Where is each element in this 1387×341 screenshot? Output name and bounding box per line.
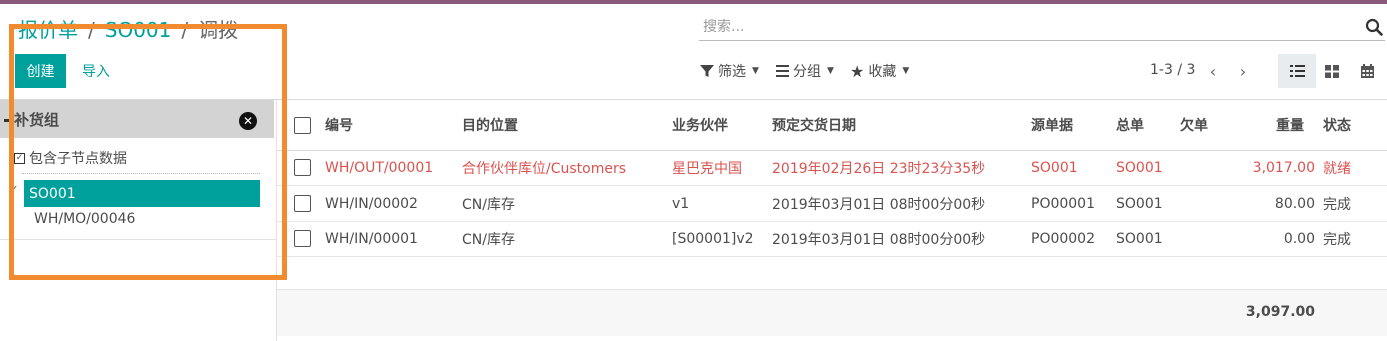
row-checkbox-cell[interactable] xyxy=(294,186,311,221)
cell-partner: 星巴克中国 xyxy=(672,160,742,177)
import-button[interactable]: 导入 xyxy=(72,54,120,88)
total-weight: 3,097.00 xyxy=(1245,304,1315,320)
column-header-ref[interactable]: 编号 xyxy=(325,100,353,150)
breadcrumb-separator: / xyxy=(181,18,189,42)
cell-ref: WH/IN/00002 xyxy=(325,195,418,212)
divider xyxy=(0,239,276,240)
search-bar xyxy=(699,12,1385,41)
cell-origin: PO00002 xyxy=(1031,230,1095,247)
row-checkbox[interactable] xyxy=(294,159,311,176)
filter-dropdown[interactable]: 筛选 ▼ xyxy=(700,60,759,82)
favorites-label: 收藏 xyxy=(868,64,897,80)
search-panel: 补货组 ✕ ✓ 包含子节点数据 ✓ SO001 WH/MO/00046 xyxy=(0,100,277,341)
column-header-destination[interactable]: 目的位置 xyxy=(462,100,518,150)
search-panel-header[interactable]: 补货组 ✕ xyxy=(0,100,274,138)
filter-icon xyxy=(700,65,714,77)
pager-previous-button[interactable]: ‹ xyxy=(1203,60,1223,82)
panel-item[interactable]: WH/MO/00046 xyxy=(34,211,135,227)
cell-group: SO001 xyxy=(1116,195,1163,212)
cell-weight: 0.00 xyxy=(1283,230,1315,247)
table-row[interactable]: WH/OUT/00001 合作伙伴库位/Customers 星巴克中国 2019… xyxy=(277,150,1387,186)
chevron-left-icon: ‹ xyxy=(1209,61,1217,81)
column-header-group[interactable]: 总单 xyxy=(1116,100,1144,150)
include-subnodes-toggle[interactable]: ✓ 包含子节点数据 xyxy=(14,148,127,168)
select-all-checkbox[interactable] xyxy=(294,116,311,134)
search-icon[interactable] xyxy=(1365,18,1383,36)
row-checkbox[interactable] xyxy=(294,195,311,212)
cell-ref: WH/OUT/00001 xyxy=(325,159,434,176)
breadcrumb-separator: / xyxy=(88,18,95,42)
bars-icon xyxy=(776,65,789,77)
cell-state: 完成 xyxy=(1323,231,1351,248)
create-button[interactable]: 创建 xyxy=(15,54,66,88)
star-icon: ★ xyxy=(850,61,865,81)
cell-destination: CN/库存 xyxy=(462,196,515,213)
kanban-icon xyxy=(1325,64,1339,78)
cell-weight: 80.00 xyxy=(1274,195,1315,212)
cell-group: SO001 xyxy=(1116,159,1163,176)
caret-down-icon: ▼ xyxy=(827,66,834,76)
cell-state: 完成 xyxy=(1323,196,1351,213)
favorites-dropdown[interactable]: ★ 收藏 ▼ xyxy=(850,60,909,82)
row-checkbox-cell[interactable] xyxy=(294,221,311,256)
cell-partner: [S00001]v2 xyxy=(672,230,754,247)
include-subnodes-label: 包含子节点数据 xyxy=(29,151,127,167)
search-input[interactable] xyxy=(701,16,1345,38)
group-by-label: 分组 xyxy=(793,64,821,80)
tree-toggle-icon[interactable]: ✓ xyxy=(10,184,18,195)
column-header-weight[interactable]: 重量 xyxy=(1237,100,1304,150)
collapse-icon[interactable] xyxy=(4,119,13,122)
list-view-button[interactable] xyxy=(1278,54,1316,88)
column-header-backorder[interactable]: 欠单 xyxy=(1180,100,1208,150)
group-by-dropdown[interactable]: 分组 ▼ xyxy=(776,60,834,82)
list-icon xyxy=(1289,65,1305,77)
checkbox-icon[interactable]: ✓ xyxy=(14,152,25,164)
panel-item-selected[interactable]: SO001 xyxy=(24,180,260,207)
cell-destination: CN/库存 xyxy=(462,231,515,248)
pager-value[interactable]: 1-3 / 3 xyxy=(1150,62,1195,78)
cell-origin: PO00001 xyxy=(1031,195,1095,212)
kanban-view-button[interactable] xyxy=(1313,54,1351,88)
cell-scheduled-date: 2019年02月26日 23时23分35秒 xyxy=(772,160,986,177)
breadcrumb-current: 调拨 xyxy=(198,18,239,42)
breadcrumb: 报价单 / SO001 / 调拨 xyxy=(18,14,280,46)
caret-down-icon: ▼ xyxy=(902,66,910,76)
calendar-icon xyxy=(1360,64,1374,78)
cell-weight: 3,017.00 xyxy=(1252,159,1315,176)
column-header-state[interactable]: 状态 xyxy=(1323,100,1351,150)
table-row[interactable]: WH/IN/00001 CN/库存 [S00001]v2 2019年03月01日… xyxy=(277,221,1387,257)
clear-filter-icon[interactable]: ✕ xyxy=(239,112,257,130)
table-header-row: 编号 目的位置 业务伙伴 预定交货日期 源单据 总单 欠单 重量 状态 xyxy=(277,100,1387,151)
filter-label: 筛选 xyxy=(718,64,746,80)
column-header-origin[interactable]: 源单据 xyxy=(1031,100,1073,150)
cell-group: SO001 xyxy=(1116,230,1163,247)
cell-destination: 合作伙伴库位/Customers xyxy=(462,160,627,177)
search-panel-title: 补货组 xyxy=(14,111,60,129)
divider xyxy=(22,173,260,174)
cell-origin: SO001 xyxy=(1031,159,1078,176)
column-header-scheduled-date[interactable]: 预定交货日期 xyxy=(772,100,856,150)
cell-scheduled-date: 2019年03月01日 08时00分00秒 xyxy=(772,231,986,248)
table-row[interactable]: WH/IN/00002 CN/库存 v1 2019年03月01日 08时00分0… xyxy=(277,186,1387,222)
row-checkbox[interactable] xyxy=(294,230,311,247)
cell-scheduled-date: 2019年03月01日 08时00分00秒 xyxy=(772,196,986,213)
cell-partner: v1 xyxy=(672,195,690,212)
top-bar xyxy=(0,0,1387,4)
caret-down-icon: ▼ xyxy=(752,66,759,76)
table-footer: 3,097.00 xyxy=(277,289,1387,336)
select-all-cell[interactable] xyxy=(294,100,311,150)
breadcrumb-quotation[interactable]: 报价单 xyxy=(18,18,78,42)
breadcrumb-so[interactable]: SO001 xyxy=(105,18,172,42)
column-header-partner[interactable]: 业务伙伴 xyxy=(672,100,728,150)
cell-state: 就绪 xyxy=(1323,160,1351,177)
pager-next-button[interactable]: › xyxy=(1233,60,1253,82)
chevron-right-icon: › xyxy=(1239,61,1247,81)
calendar-view-button[interactable] xyxy=(1348,54,1386,88)
cell-ref: WH/IN/00001 xyxy=(325,230,418,247)
row-checkbox-cell[interactable] xyxy=(294,150,311,185)
